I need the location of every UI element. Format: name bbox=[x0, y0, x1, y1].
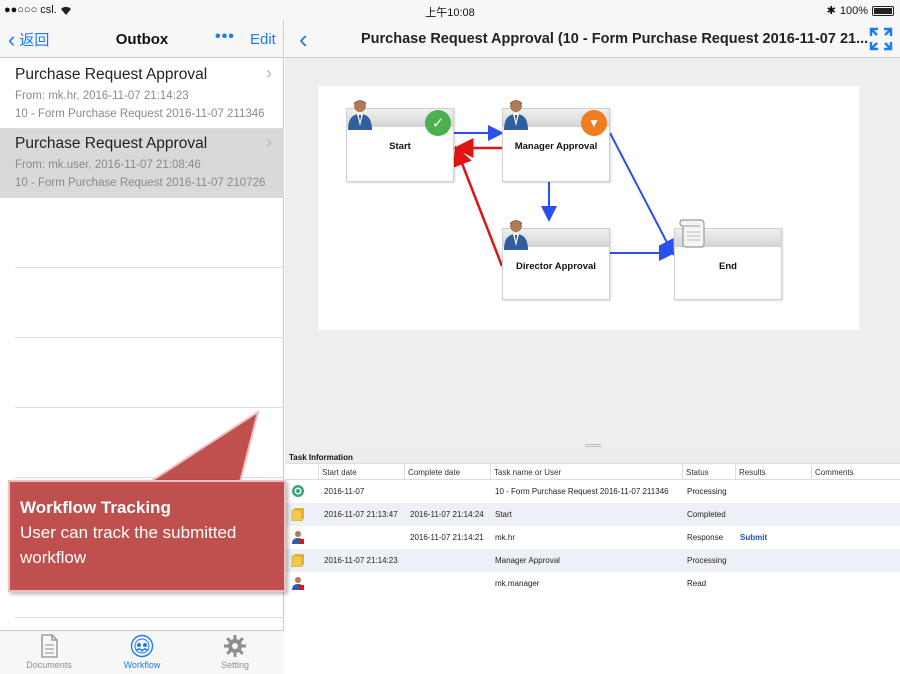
tab-bar: Documents Workflow Setting bbox=[0, 630, 284, 674]
completed-check-icon: ✓ bbox=[425, 110, 451, 136]
divider bbox=[15, 337, 284, 338]
detail-nav-bar: ‹ Purchase Request Approval (10 - Form P… bbox=[285, 20, 900, 58]
message-title: Purchase Request Approval bbox=[15, 135, 208, 152]
cell-start: 2016-11-07 21:13:47 bbox=[324, 510, 398, 519]
node-label: End bbox=[719, 261, 737, 272]
bluetooth-icon: ✱ bbox=[826, 5, 836, 17]
chevron-right-icon: › bbox=[266, 63, 272, 83]
ipad-screen: ●●○○○ csl. 上午10:08 ✱ 100% ‹ 返回 Outbox ••… bbox=[0, 0, 900, 674]
battery-label: 100% bbox=[839, 4, 868, 17]
table-row[interactable]: 2016-11-07 21:14:21 mk.hr Response Submi… bbox=[285, 526, 900, 549]
task-info-caption: Task Information bbox=[285, 450, 900, 464]
processing-funnel-icon: ▼ bbox=[581, 110, 607, 136]
column-header: Results bbox=[735, 464, 766, 480]
arrow-director-reject bbox=[453, 145, 504, 267]
column-header: Status bbox=[682, 464, 709, 480]
chevron-right-icon: › bbox=[266, 132, 272, 152]
arrow-manager-to-end bbox=[609, 132, 674, 256]
workflow-tracking-callout: Workflow Tracking User can track the sub… bbox=[8, 480, 286, 592]
user-icon bbox=[292, 577, 304, 590]
cell-result-link[interactable]: Submit bbox=[740, 533, 767, 542]
gear-icon bbox=[224, 635, 246, 657]
column-header: Complete date bbox=[404, 464, 460, 480]
cell-complete: 2016-11-07 21:14:21 bbox=[410, 533, 484, 542]
cell-status: Completed bbox=[687, 510, 726, 519]
battery-icon bbox=[872, 5, 894, 16]
user-avatar-icon bbox=[348, 100, 372, 130]
workflow-detail-pane: ‹ Purchase Request Approval (10 - Form P… bbox=[285, 20, 900, 674]
message-from: From: mk.hr, 2016-11-07 21:14:23 bbox=[15, 90, 189, 102]
list-item[interactable]: Purchase Request Approval From: mk.hr, 2… bbox=[0, 59, 284, 129]
message-title: Purchase Request Approval bbox=[15, 66, 208, 83]
message-from: From: mk.user, 2016-11-07 21:08:46 bbox=[15, 159, 201, 171]
column-header: Task name or User bbox=[490, 464, 561, 480]
workflow-icon bbox=[130, 634, 154, 658]
workflow-diagram: Start ✓ Manager Approval ▼ Director Appr… bbox=[318, 86, 859, 330]
cell-start: 2016-11-07 bbox=[324, 487, 365, 496]
divider bbox=[15, 477, 284, 478]
message-subject: 10 - Form Purchase Request 2016-11-07 21… bbox=[15, 177, 266, 189]
tab-documents[interactable]: Documents bbox=[2, 634, 96, 670]
tab-workflow[interactable]: Workflow bbox=[95, 634, 189, 670]
status-right: ✱ 100% bbox=[827, 4, 894, 17]
user-avatar-icon bbox=[504, 220, 528, 250]
node-label: Director Approval bbox=[516, 261, 596, 272]
outbox-title: Outbox bbox=[115, 31, 169, 48]
task-folder-icon bbox=[291, 554, 304, 567]
cell-status: Response bbox=[687, 533, 724, 542]
divider bbox=[15, 407, 284, 408]
column-header: Comments bbox=[811, 464, 854, 480]
tab-label: Setting bbox=[220, 660, 250, 670]
detail-title: Purchase Request Approval (10 - Form Pur… bbox=[361, 31, 869, 47]
cell-task: 10 - Form Purchase Request 2016-11-07 21… bbox=[495, 487, 669, 496]
workflow-circle-icon bbox=[292, 485, 304, 497]
more-button[interactable]: ••• bbox=[215, 28, 235, 46]
task-information-panel: Task Information Start date Complete dat… bbox=[285, 450, 900, 674]
divider bbox=[15, 128, 284, 129]
cell-status: Read bbox=[687, 579, 707, 588]
task-table-header: Start date Complete date Task name or Us… bbox=[285, 464, 900, 480]
expand-icon[interactable] bbox=[868, 26, 894, 52]
outbox-nav-bar: ‹ 返回 Outbox ••• Edit bbox=[0, 20, 283, 58]
cell-task: Start bbox=[495, 510, 512, 519]
callout-heading: Workflow Tracking bbox=[20, 498, 171, 517]
document-icon bbox=[41, 634, 58, 658]
tab-label: Documents bbox=[26, 660, 72, 670]
column-header: Start date bbox=[318, 464, 357, 480]
tab-label: Workflow bbox=[123, 660, 161, 670]
user-icon bbox=[292, 531, 304, 544]
cell-task: mk.manager bbox=[495, 579, 540, 588]
table-row[interactable]: 2016-11-07 21:14:23 Manager Approval Pro… bbox=[285, 549, 900, 572]
cell-complete: 2016-11-07 21:14:24 bbox=[410, 510, 484, 519]
status-bar: ●●○○○ csl. 上午10:08 ✱ 100% bbox=[0, 0, 900, 20]
task-folder-icon bbox=[291, 508, 304, 521]
edit-button[interactable]: Edit bbox=[250, 31, 276, 48]
cell-status: Processing bbox=[687, 556, 727, 565]
table-row[interactable]: 2016-11-07 21:13:47 2016-11-07 21:14:24 … bbox=[285, 503, 900, 526]
scroll-icon bbox=[679, 219, 705, 248]
back-chevron-icon[interactable]: ‹ bbox=[299, 24, 308, 55]
cell-task: mk.hr bbox=[495, 533, 515, 542]
cell-task: Manager Approval bbox=[495, 556, 560, 565]
callout-body: User can track the submitted workflow bbox=[20, 523, 237, 567]
cell-start: 2016-11-07 21:14:23 bbox=[324, 556, 398, 565]
user-avatar-icon bbox=[504, 100, 528, 130]
divider bbox=[15, 267, 284, 268]
table-row[interactable]: mk.manager Read bbox=[285, 572, 900, 595]
divider bbox=[15, 617, 284, 618]
tab-setting[interactable]: Setting bbox=[188, 634, 282, 670]
split-drag-handle[interactable] bbox=[585, 444, 601, 447]
table-row[interactable]: 2016-11-07 10 - Form Purchase Request 20… bbox=[285, 480, 900, 503]
status-time: 上午10:08 bbox=[425, 7, 475, 19]
list-item[interactable]: Purchase Request Approval From: mk.user,… bbox=[0, 128, 284, 198]
cell-status: Processing bbox=[687, 487, 727, 496]
message-subject: 10 - Form Purchase Request 2016-11-07 21… bbox=[15, 108, 265, 120]
